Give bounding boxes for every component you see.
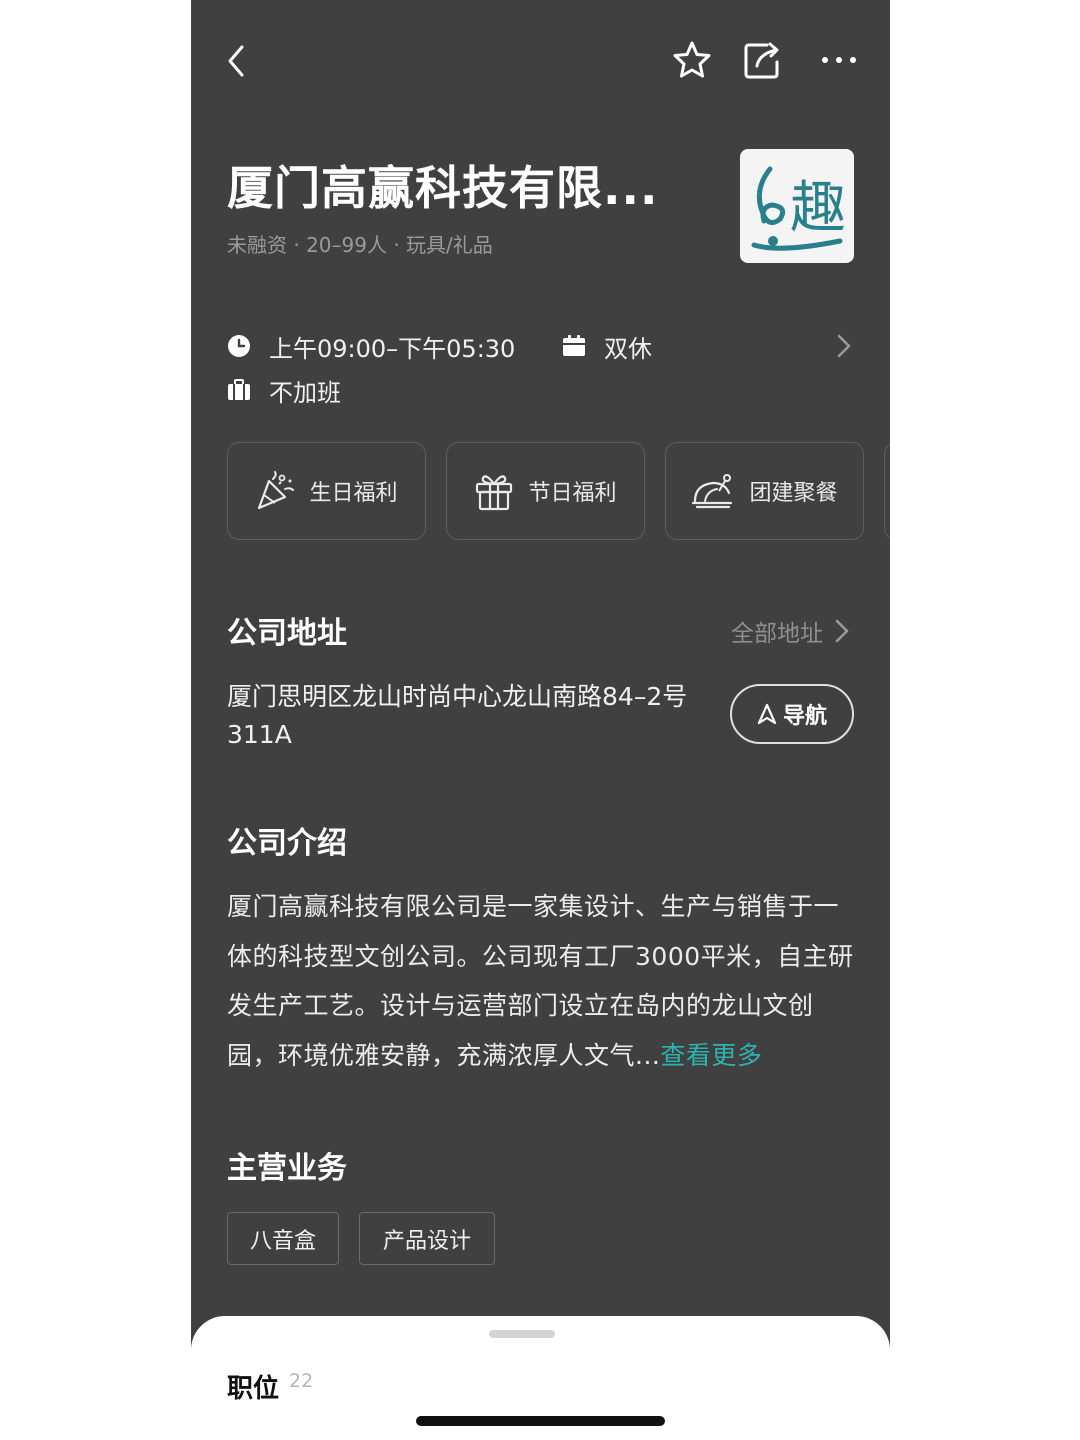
work-info-chevron[interactable]: [837, 334, 857, 360]
company-intro: 厦门高赢科技有限公司是一家集设计、生产与销售于一体的科技型文创公司。公司现有工厂…: [227, 882, 857, 1080]
rest-days: 双休: [604, 334, 652, 363]
welfare-card-holiday[interactable]: 节日福利: [446, 442, 645, 540]
star-icon: [673, 41, 711, 78]
home-indicator: [416, 1416, 665, 1426]
welfare-label: 团建聚餐: [749, 481, 838, 506]
work-hours-row: 上午09:00–下午05:30: [227, 328, 515, 364]
welfare-card-more[interactable]: [884, 442, 890, 540]
clock-icon: [228, 335, 250, 357]
back-button[interactable]: [221, 40, 251, 82]
welfare-label: 节日福利: [528, 481, 617, 506]
more-button[interactable]: [819, 46, 859, 74]
party-popper-icon: [258, 471, 295, 510]
company-logo: 趣: [740, 149, 854, 263]
positions-title: 职位: [227, 1374, 280, 1404]
favorite-button[interactable]: [671, 38, 713, 82]
company-meta: 未融资 · 20–99人 · 玩具/礼品: [227, 233, 493, 257]
share-button[interactable]: [741, 38, 783, 82]
address-section-title: 公司地址: [227, 616, 347, 651]
more-icon: [822, 57, 856, 63]
all-address-label: 全部地址: [731, 621, 823, 647]
navigation-button[interactable]: 导航: [730, 684, 854, 744]
welfare-card-team-dinner[interactable]: 团建聚餐: [665, 442, 864, 540]
business-tag: 八音盒: [227, 1212, 339, 1265]
company-name: 厦门高赢科技有限...: [227, 161, 659, 215]
briefcase-icon: [228, 379, 250, 400]
back-icon: [228, 45, 244, 77]
overtime-row: 不加班: [227, 372, 341, 408]
share-icon: [744, 42, 779, 79]
welfare-label: 生日福利: [309, 481, 398, 506]
gift-icon: [476, 475, 513, 511]
dinner-icon: [692, 474, 733, 509]
calendar-icon: [563, 335, 585, 356]
rest-row: 双休: [562, 328, 652, 364]
welfare-card-birthday[interactable]: 生日福利: [227, 442, 426, 540]
company-address: 厦门思明区龙山时尚中心龙山南路84–2号311A: [227, 682, 688, 749]
navigation-icon: [757, 703, 777, 725]
business-section-title: 主营业务: [227, 1151, 347, 1186]
see-more-link[interactable]: 查看更多: [660, 1041, 762, 1070]
chevron-right-icon: [835, 619, 849, 643]
overtime-status: 不加班: [269, 378, 341, 407]
business-tag: 产品设计: [359, 1212, 495, 1265]
positions-count: 22: [289, 1370, 314, 1392]
all-address-link[interactable]: 全部地址: [731, 614, 849, 648]
chevron-right-icon: [837, 334, 851, 358]
intro-section-title: 公司介绍: [227, 826, 347, 861]
logo-glyph: 趣: [790, 176, 846, 241]
company-page: 厦门高赢科技有限... 未融资 · 20–99人 · 玩具/礼品 趣 上午09:…: [191, 0, 890, 1440]
work-hours: 上午09:00–下午05:30: [269, 334, 516, 363]
sheet-drag-handle[interactable]: [489, 1330, 555, 1338]
navigation-label: 导航: [782, 704, 827, 729]
